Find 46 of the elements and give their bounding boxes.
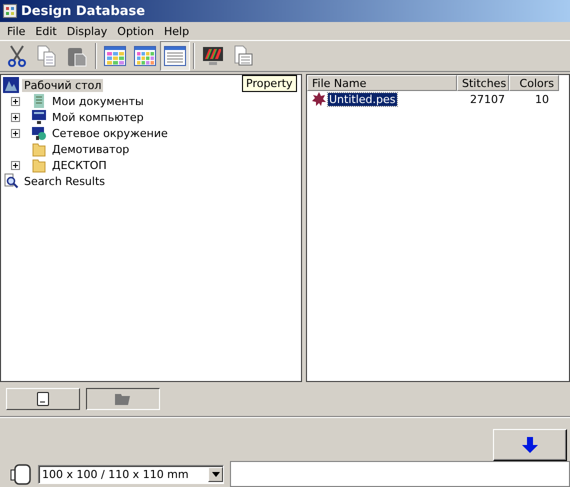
grid-view-icon (133, 44, 157, 68)
network-icon (31, 125, 47, 141)
tree-item[interactable]: Мой компьютер (50, 110, 146, 124)
tree-item[interactable]: Search Results (22, 174, 108, 188)
column-header[interactable]: File Name (307, 75, 457, 91)
file-name[interactable]: Untitled.pes (328, 92, 396, 106)
window-title: Design Database (21, 4, 146, 18)
column-header[interactable]: Colors (509, 75, 559, 91)
download-button[interactable] (493, 429, 567, 461)
column-header[interactable]: Stitches (457, 75, 509, 91)
input-field[interactable] (230, 461, 570, 487)
tree-item[interactable]: Сетевое окружение (50, 126, 170, 140)
table-cell-text: 10 (534, 92, 550, 106)
menu-item[interactable]: Display (62, 24, 112, 38)
app-icon (3, 4, 17, 18)
search-icon (3, 173, 19, 189)
tree-item[interactable]: Мои документы (50, 94, 146, 108)
menu-item[interactable]: Help (159, 24, 194, 38)
desktop-icon (3, 77, 19, 93)
caret-icon (212, 472, 220, 476)
tree-item[interactable]: Демотиватор (50, 142, 132, 156)
documents-icon (31, 93, 47, 109)
folder-view-button[interactable] (86, 388, 160, 410)
computer-icon (31, 109, 47, 125)
down-arrow-icon (521, 436, 539, 454)
menu-item[interactable]: Edit (30, 24, 62, 38)
folder-icon (31, 141, 47, 157)
menu-item[interactable]: File (2, 24, 30, 38)
folder-icon (31, 157, 47, 173)
hoop-icon (10, 463, 32, 485)
scissors-icon (5, 44, 29, 68)
grid-view-icon (103, 44, 127, 68)
tree-item[interactable]: Рабочий стол (22, 78, 104, 92)
tooltip: Property (242, 75, 297, 92)
page-view-button[interactable] (6, 388, 80, 410)
folder-icon (114, 392, 132, 406)
expand-icon[interactable] (11, 160, 20, 170)
view-button[interactable] (160, 41, 190, 71)
table-cell-text: 27107 (469, 92, 506, 106)
list-view-icon (163, 44, 187, 68)
embroidery-icon (311, 91, 327, 107)
hoop-size-dropdown[interactable]: 100 x 100 / 110 x 110 mm (38, 464, 224, 484)
menu-item[interactable]: Option (112, 24, 159, 38)
monitor-icon (201, 44, 225, 68)
page-icon (37, 392, 49, 406)
tree-item[interactable]: ДЕСКТОП (50, 158, 109, 172)
